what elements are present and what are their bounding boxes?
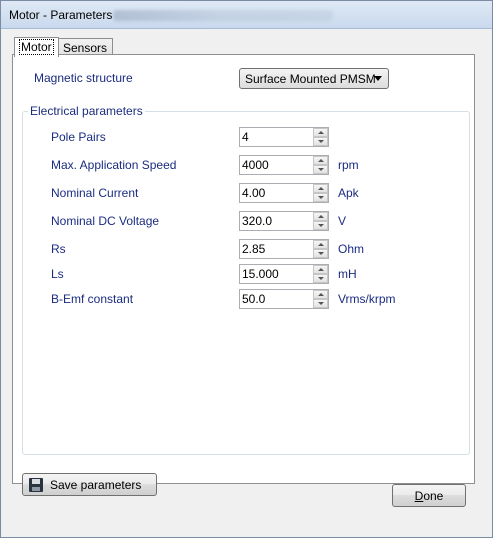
rs-spinbox[interactable]: 2.85	[239, 239, 329, 259]
chevron-up-icon[interactable]	[313, 212, 328, 221]
chevron-up-icon[interactable]	[313, 156, 328, 165]
rs-label: Rs	[51, 242, 66, 256]
chevron-up-icon[interactable]	[313, 265, 328, 274]
nominal-current-label: Nominal Current	[51, 186, 139, 200]
pole-pairs-label: Pole Pairs	[51, 130, 106, 144]
chevron-down-icon[interactable]	[313, 274, 328, 283]
chevron-down-icon[interactable]	[313, 137, 328, 146]
chevron-up-icon[interactable]	[313, 290, 328, 299]
chevron-up-icon[interactable]	[313, 184, 328, 193]
nominal-current-spinbox[interactable]: 4.00	[239, 183, 329, 203]
magnetic-structure-value: Surface Mounted PMSM	[245, 72, 376, 86]
pole-pairs-value: 4	[242, 130, 249, 144]
nominal-dc-voltage-label: Nominal DC Voltage	[51, 214, 160, 228]
dialog-client-area: Motor Sensors Magnetic structure Surface…	[5, 29, 488, 529]
chevron-up-icon[interactable]	[313, 240, 328, 249]
nominal-dc-voltage-spinbox[interactable]: 320.0	[239, 211, 329, 231]
max-speed-label: Max. Application Speed	[51, 158, 177, 172]
tab-motor-label: Motor	[19, 39, 54, 55]
tab-motor[interactable]: Motor	[14, 37, 59, 57]
chevron-down-icon[interactable]	[313, 221, 328, 230]
max-speed-value: 4000	[242, 158, 269, 172]
nominal-current-value: 4.00	[242, 186, 266, 200]
magnetic-structure-combo[interactable]: Surface Mounted PMSM	[239, 68, 389, 89]
bemf-constant-value: 50.0	[242, 292, 266, 306]
ls-spinbox[interactable]: 15.000	[239, 264, 329, 284]
nominal-dc-voltage-unit: V	[338, 214, 347, 228]
save-parameters-label: Save parameters	[50, 478, 142, 492]
title-bar[interactable]: Motor - Parameters	[1, 1, 492, 29]
rs-value: 2.85	[242, 242, 266, 256]
bemf-constant-unit: Vrms/krpm	[338, 292, 396, 306]
electrical-parameters-title: Electrical parameters	[28, 104, 145, 118]
chevron-down-icon[interactable]	[313, 193, 328, 202]
ls-label: Ls	[51, 267, 64, 281]
motor-parameters-window: Motor - Parameters Motor Sensors Magneti…	[0, 0, 493, 538]
done-label: Done	[414, 489, 444, 503]
bemf-constant-spinbox[interactable]: 50.0	[239, 289, 329, 309]
chevron-down-icon[interactable]	[313, 299, 328, 308]
chevron-down-icon[interactable]	[313, 165, 328, 174]
ls-unit: mH	[338, 267, 357, 281]
blurred-title-detail	[113, 10, 333, 21]
chevron-down-icon[interactable]	[313, 249, 328, 258]
nominal-current-unit: Apk	[338, 186, 359, 200]
max-speed-unit: rpm	[338, 158, 359, 172]
floppy-disk-icon	[29, 478, 43, 492]
ls-value: 15.000	[242, 267, 279, 281]
window-title: Motor - Parameters	[9, 8, 113, 22]
motor-tab-panel: Magnetic structure Surface Mounted PMSM …	[12, 54, 475, 484]
tab-sensors-label: Sensors	[63, 41, 108, 55]
rs-unit: Ohm	[338, 242, 365, 256]
nominal-dc-voltage-value: 320.0	[242, 214, 273, 228]
bemf-constant-label: B-Emf constant	[51, 292, 134, 306]
save-parameters-button[interactable]: Save parameters	[22, 473, 157, 496]
chevron-up-icon[interactable]	[313, 128, 328, 137]
max-speed-spinbox[interactable]: 4000	[239, 155, 329, 175]
pole-pairs-spinbox[interactable]: 4	[239, 127, 329, 147]
magnetic-structure-label: Magnetic structure	[34, 71, 133, 85]
done-button[interactable]: Done	[392, 484, 466, 507]
dropdown-arrow-icon	[374, 76, 382, 81]
